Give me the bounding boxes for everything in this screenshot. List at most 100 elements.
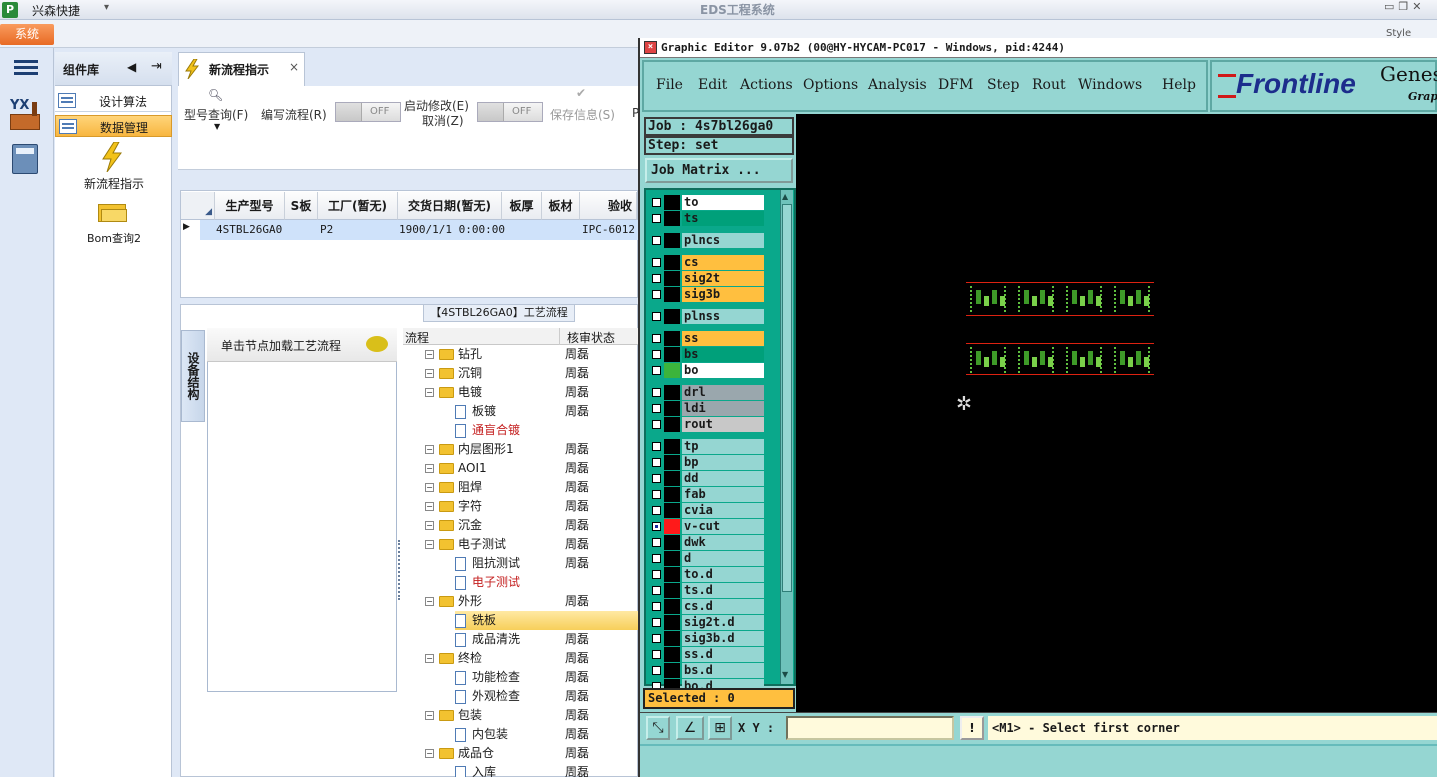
expand-toggle-icon[interactable]: − (425, 540, 434, 549)
layer-row[interactable]: plncs (648, 233, 766, 248)
menu-file[interactable]: File (656, 77, 683, 93)
col-header[interactable]: 板厚 (502, 192, 542, 220)
layer-checkbox[interactable] (652, 522, 661, 531)
menu-dfm[interactable]: DFM (938, 77, 973, 93)
list-item[interactable]: − 成品仓 周磊 (403, 744, 638, 763)
layer-row[interactable]: ss (648, 331, 766, 346)
list-item[interactable]: − 电子测试 周磊 (403, 535, 638, 554)
menu-step[interactable]: Step (987, 77, 1019, 93)
snap-grid-icon[interactable]: ⊞ (708, 716, 732, 740)
layer-row[interactable]: d (648, 551, 766, 566)
close-tab-icon[interactable]: × (289, 60, 299, 74)
collapse-left-icon[interactable]: ◀ (127, 60, 136, 74)
menu-edit[interactable]: Edit (698, 77, 727, 93)
col-header[interactable]: 板材 (542, 192, 580, 220)
measure-icon[interactable]: ∠ (676, 716, 704, 740)
layer-color-swatch[interactable] (664, 615, 680, 630)
layer-row[interactable]: bp (648, 455, 766, 470)
layer-checkbox[interactable] (652, 290, 661, 299)
layer-color-swatch[interactable] (664, 519, 680, 534)
layer-row[interactable]: sig2t.d (648, 615, 766, 630)
layer-row[interactable]: tp (648, 439, 766, 454)
layer-color-swatch[interactable] (664, 363, 680, 378)
expand-toggle-icon[interactable]: − (425, 521, 434, 530)
system-tab[interactable]: 系统 (0, 24, 54, 45)
layer-color-swatch[interactable] (664, 663, 680, 678)
col-header[interactable]: 验收 (580, 192, 637, 220)
layer-row[interactable]: ss.d (648, 647, 766, 662)
side-tab-equipment[interactable]: 设备结构 (181, 330, 205, 422)
layer-checkbox[interactable] (652, 366, 661, 375)
list-item[interactable]: − 钻孔 周磊 (403, 345, 638, 364)
layer-color-swatch[interactable] (664, 439, 680, 454)
layer-scrollbar[interactable]: ▲ ▼ (780, 190, 793, 684)
layer-checkbox[interactable] (652, 666, 661, 675)
list-item[interactable]: − 沉铜 周磊 (403, 364, 638, 383)
expand-toggle-icon[interactable]: − (425, 483, 434, 492)
xy-input[interactable] (786, 716, 954, 740)
list-item[interactable]: 通盲合镀 (403, 421, 638, 440)
layer-row[interactable]: bo (648, 363, 766, 378)
layer-checkbox[interactable] (652, 258, 661, 267)
layer-checkbox[interactable] (652, 404, 661, 413)
layer-checkbox[interactable] (652, 490, 661, 499)
col-header[interactable]: 交货日期(暂无) (398, 192, 502, 220)
model-query-button[interactable]: 型号查询(F) (184, 106, 248, 123)
layer-color-swatch[interactable] (664, 309, 680, 324)
layer-row[interactable]: sig3b (648, 287, 766, 302)
list-item[interactable]: 入库 周磊 (403, 763, 638, 777)
layer-checkbox[interactable] (652, 634, 661, 643)
restore-icon[interactable]: ❐ (1398, 0, 1412, 13)
save-info-button[interactable]: 保存信息(S) (550, 106, 615, 123)
layer-row[interactable]: cs.d (648, 599, 766, 614)
expand-toggle-icon[interactable]: − (425, 502, 434, 511)
window-controls[interactable]: ▭❐✕ (1384, 0, 1426, 13)
col-header[interactable]: S板 (285, 192, 318, 220)
menu-windows[interactable]: Windows (1078, 77, 1142, 93)
chevron-down-icon[interactable]: ▼ (214, 122, 220, 131)
list-item[interactable]: 外观检查 周磊 (403, 687, 638, 706)
list-item[interactable]: − 电镀 周磊 (403, 383, 638, 402)
new-process-tile-label[interactable]: 新流程指示 (82, 175, 146, 192)
close-icon[interactable]: ✕ (1412, 0, 1425, 13)
layer-row[interactable]: sig2t (648, 271, 766, 286)
layer-checkbox[interactable] (652, 474, 661, 483)
layer-row[interactable]: fab (648, 487, 766, 502)
layer-row[interactable]: rout (648, 417, 766, 432)
list-item[interactable]: − 终检 周磊 (403, 649, 638, 668)
layer-row[interactable]: drl (648, 385, 766, 400)
list-item[interactable]: 功能检查 周磊 (403, 668, 638, 687)
layer-color-swatch[interactable] (664, 551, 680, 566)
cancel-label[interactable]: 取消(Z) (422, 112, 464, 129)
layer-checkbox[interactable] (652, 214, 661, 223)
list-item[interactable]: − 外形 周磊 (403, 592, 638, 611)
list-item[interactable]: 阻抗测试 周磊 (403, 554, 638, 573)
layer-checkbox[interactable] (652, 350, 661, 359)
expand-toggle-icon[interactable]: − (425, 388, 434, 397)
minimize-icon[interactable]: ▭ (1384, 0, 1398, 13)
col-flow-header[interactable]: 流程 (405, 329, 429, 346)
layer-row[interactable]: to.d (648, 567, 766, 582)
list-item[interactable]: 电子测试 (403, 573, 638, 592)
layer-checkbox[interactable] (652, 274, 661, 283)
lightning-icon[interactable] (100, 141, 124, 173)
expand-toggle-icon[interactable]: − (425, 350, 434, 359)
layer-color-swatch[interactable] (664, 195, 680, 210)
list-item[interactable]: − 包装 周磊 (403, 706, 638, 725)
layer-checkbox[interactable] (652, 334, 661, 343)
layer-color-swatch[interactable] (664, 583, 680, 598)
layer-color-swatch[interactable] (664, 347, 680, 362)
restart-edit-toggle[interactable]: OFF (477, 102, 543, 122)
layer-row[interactable]: dwk (648, 535, 766, 550)
splitter-handle[interactable] (398, 540, 402, 600)
layer-row[interactable]: ldi (648, 401, 766, 416)
layer-color-swatch[interactable] (664, 385, 680, 400)
layer-color-swatch[interactable] (664, 503, 680, 518)
layer-color-swatch[interactable] (664, 233, 680, 248)
list-item[interactable]: 成品清洗 周磊 (403, 630, 638, 649)
layer-color-swatch[interactable] (664, 471, 680, 486)
folder-open-icon[interactable] (98, 200, 128, 224)
layer-row[interactable]: cvia (648, 503, 766, 518)
quick-access-dropdown-icon[interactable]: ▾ (104, 2, 109, 13)
layer-color-swatch[interactable] (664, 599, 680, 614)
